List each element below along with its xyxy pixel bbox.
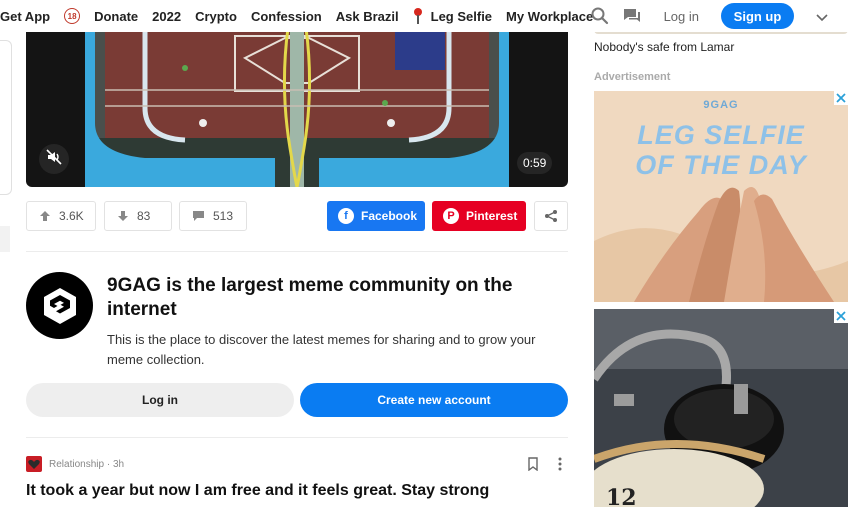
- facebook-share-button[interactable]: f Facebook: [327, 201, 425, 231]
- search-icon[interactable]: [590, 6, 610, 26]
- post-age: 3h: [112, 458, 125, 470]
- header-login-link[interactable]: Log in: [664, 9, 699, 24]
- ad-banner-clock[interactable]: 12: [594, 309, 848, 507]
- mute-button[interactable]: [39, 144, 69, 174]
- ad-label: Advertisement: [594, 71, 671, 83]
- adchoice-icon[interactable]: [834, 309, 848, 323]
- downvote-icon: [118, 211, 128, 221]
- mute-icon: [46, 148, 62, 170]
- upvote-button[interactable]: 3.6K: [26, 201, 96, 231]
- post-section[interactable]: Relationship: [49, 459, 104, 470]
- nav-leg-selfie[interactable]: Leg Selfie: [431, 9, 492, 24]
- upvote-icon: [40, 211, 50, 221]
- create-account-button[interactable]: Create new account: [300, 383, 568, 417]
- nav-links: Get App 18 Donate 2022 Crypto Confession…: [0, 0, 607, 32]
- share-button[interactable]: [534, 201, 568, 231]
- video-duration: 0:59: [517, 152, 553, 174]
- share-icon: [545, 210, 557, 222]
- signup-button[interactable]: Sign up: [721, 3, 794, 29]
- video-frame: [85, 28, 509, 187]
- nav-my-workplace[interactable]: My Workplace: [506, 9, 593, 24]
- community-login-button[interactable]: Log in: [26, 383, 294, 417]
- pinterest-label: Pinterest: [466, 209, 518, 223]
- bookmark-icon[interactable]: [527, 457, 539, 472]
- downvote-count: 83: [137, 209, 151, 223]
- comment-count: 513: [213, 209, 234, 223]
- nav-2022[interactable]: 2022: [152, 9, 181, 24]
- relationship-section-icon[interactable]: [26, 456, 42, 472]
- top-navigation: Get App 18 Donate 2022 Crypto Confession…: [0, 0, 850, 32]
- divider: [26, 251, 568, 252]
- upvote-count: 3.6K: [59, 209, 84, 223]
- 9gag-logo: [26, 272, 93, 339]
- nav-crypto[interactable]: Crypto: [195, 9, 237, 24]
- header-actions: Log in Sign up: [590, 0, 850, 32]
- adchoice-icon[interactable]: [834, 91, 848, 105]
- post-video[interactable]: 0:59: [26, 28, 568, 187]
- nav-donate[interactable]: Donate: [94, 9, 138, 24]
- age-18-badge-icon: 18: [64, 8, 81, 24]
- divider: [26, 437, 568, 438]
- downvote-button[interactable]: 83: [104, 201, 172, 231]
- ad-banner-leg-selfie[interactable]: 9GAG LEG SELFIE OF THE DAY: [594, 91, 848, 302]
- meta-separator: ·: [104, 458, 113, 470]
- left-panel-edge: [0, 40, 12, 195]
- ad-headline-line1: LEG SELFIE: [637, 120, 805, 150]
- nav-get-app[interactable]: Get App: [0, 9, 50, 24]
- pinterest-share-button[interactable]: P Pinterest: [432, 201, 526, 231]
- post-actions: 3.6K 83 513 f Facebook P Pinterest: [26, 201, 568, 231]
- pinterest-icon: P: [443, 208, 459, 224]
- sidebar-caption[interactable]: Nobody's safe from Lamar: [594, 40, 734, 54]
- nav-confession[interactable]: Confession: [251, 9, 322, 24]
- pin-icon: [413, 8, 423, 24]
- comments-button[interactable]: 513: [179, 201, 247, 231]
- more-icon[interactable]: [555, 456, 565, 472]
- post-meta: Relationship · 3h: [26, 456, 124, 472]
- comment-icon: [193, 211, 204, 221]
- community-description: This is the place to discover the latest…: [107, 332, 536, 367]
- ad-brand: 9GAG: [703, 99, 739, 111]
- chevron-down-icon[interactable]: [816, 10, 828, 22]
- nav-ask-brazil[interactable]: Ask Brazil: [336, 9, 399, 24]
- left-panel-tab: [0, 226, 10, 252]
- post-title[interactable]: It took a year but now I am free and it …: [26, 482, 489, 500]
- notification-icon[interactable]: [622, 6, 642, 26]
- facebook-icon: f: [338, 208, 354, 224]
- ad-headline-line2: OF THE DAY: [635, 150, 807, 180]
- community-title: 9GAG is the largest meme community on th…: [107, 275, 513, 320]
- svg-text:12: 12: [606, 485, 637, 507]
- facebook-label: Facebook: [361, 209, 418, 223]
